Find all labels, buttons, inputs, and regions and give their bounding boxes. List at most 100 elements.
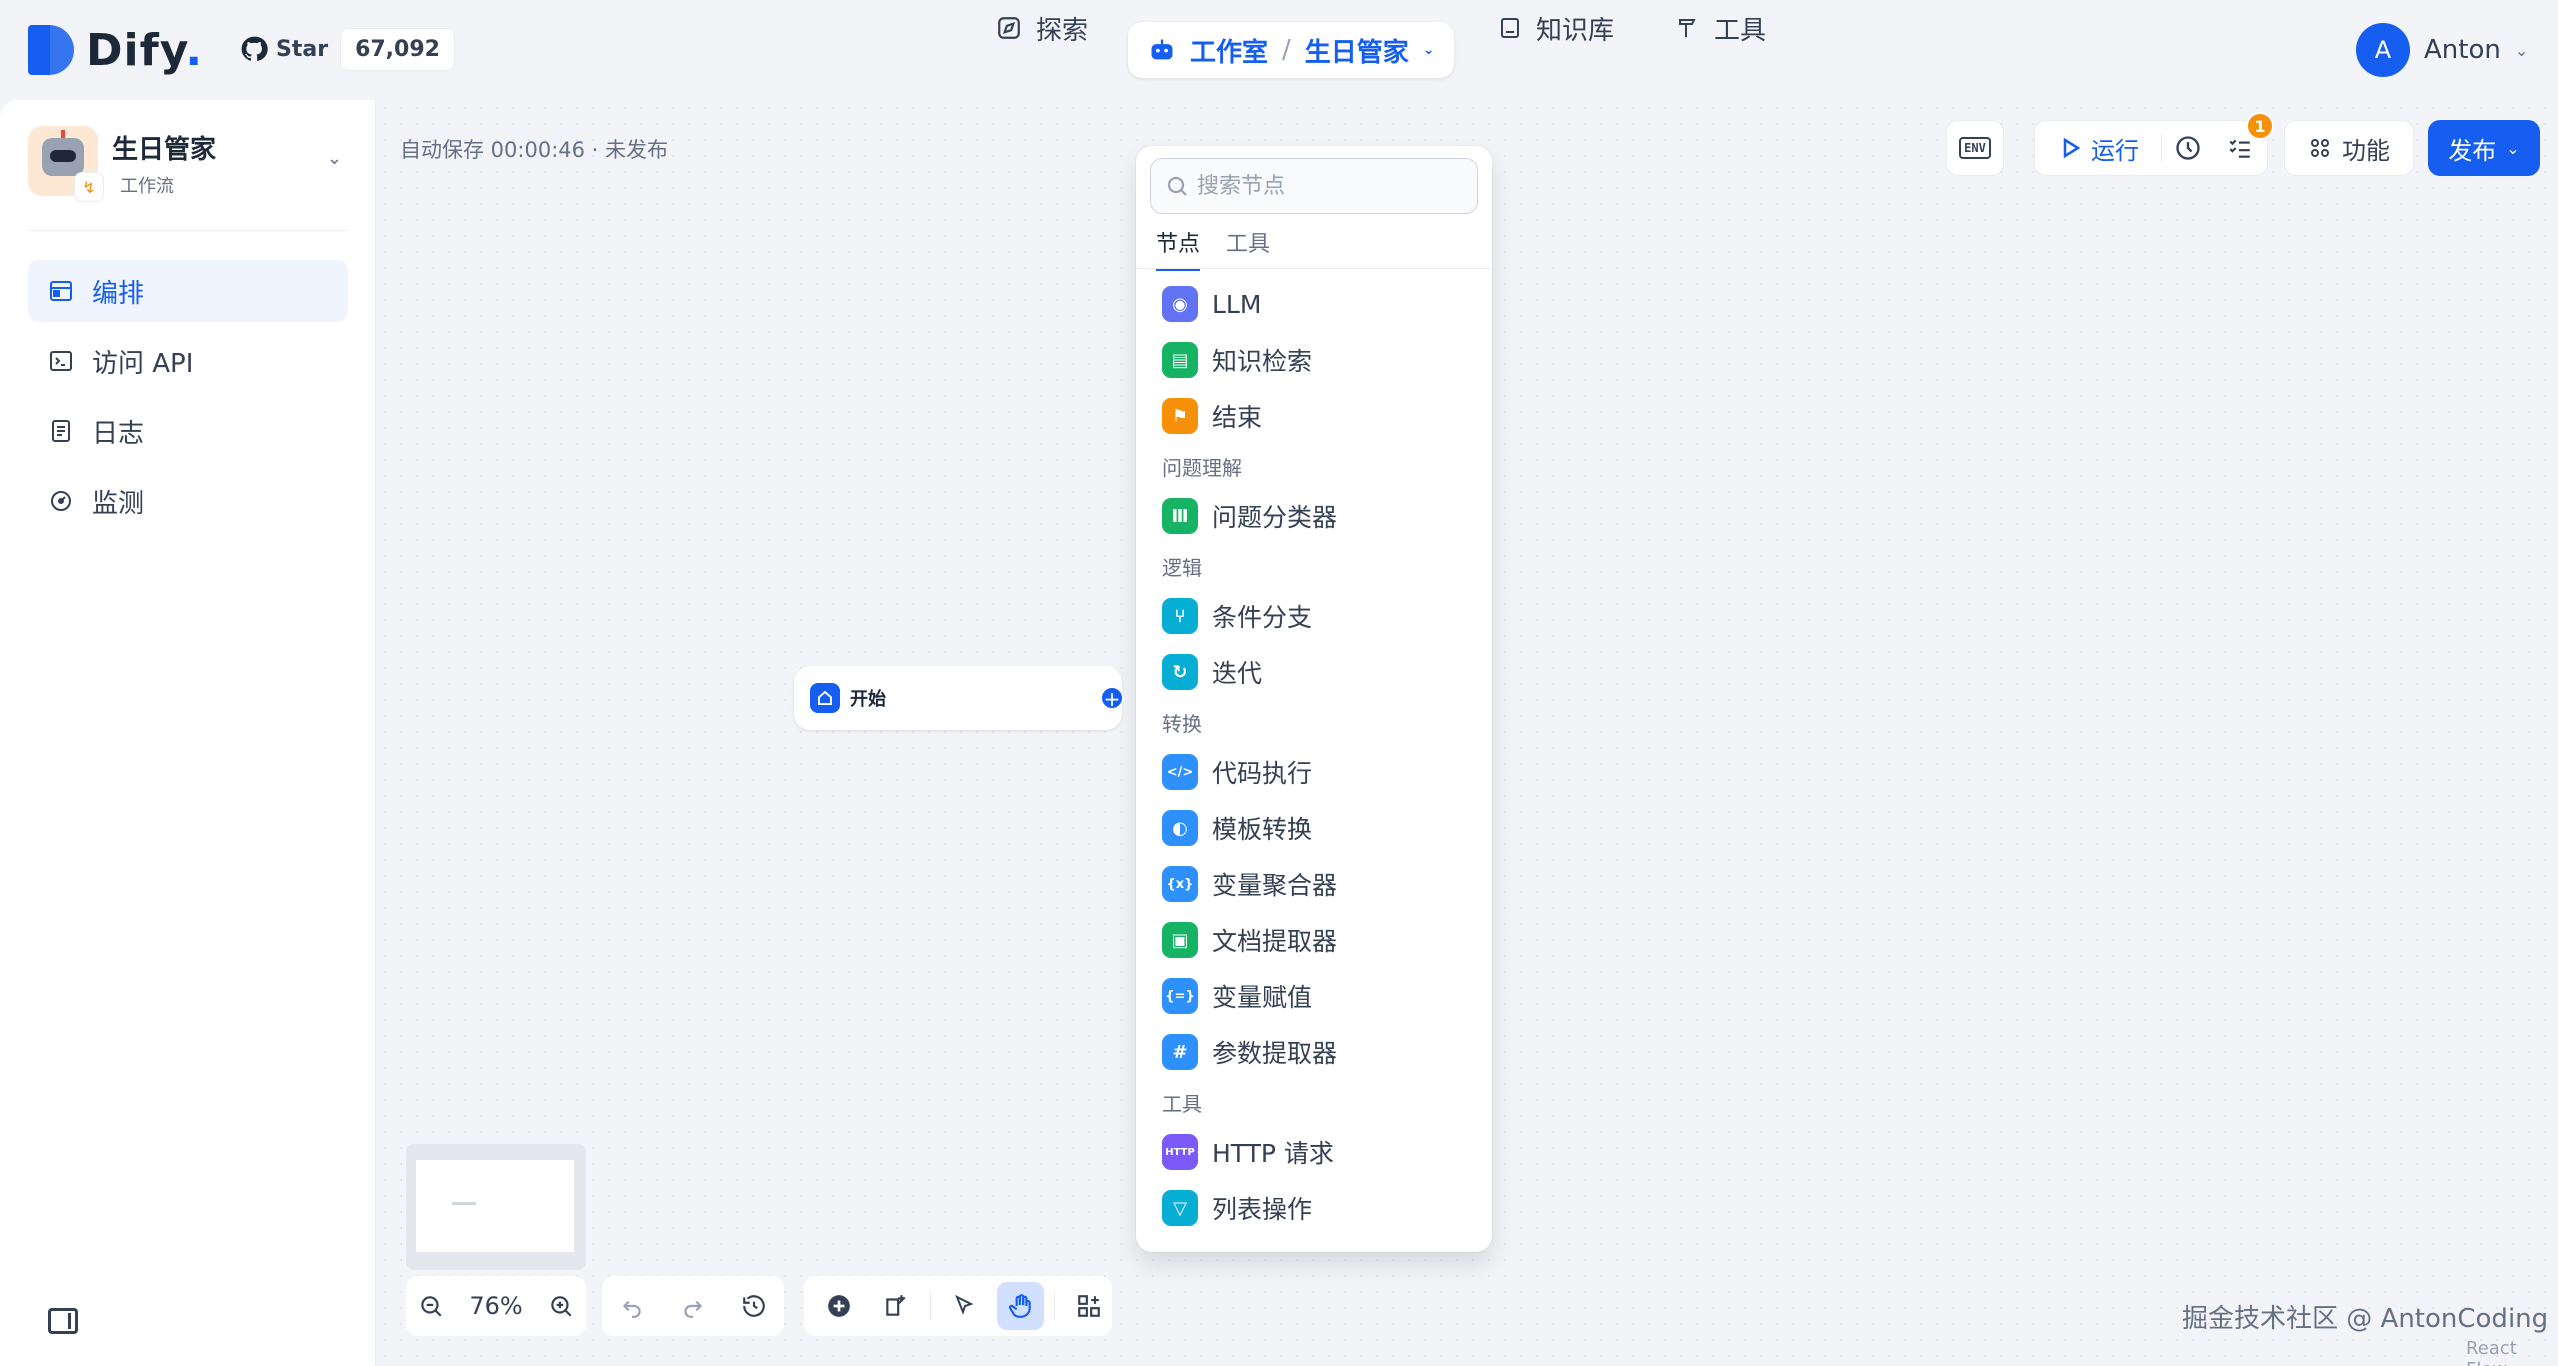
robot-icon [42, 130, 84, 176]
nav-studio-breadcrumb[interactable]: 工作室 / 生日管家 ⌄ [1128, 22, 1454, 78]
node-item[interactable]: ◐ 模板转换 [1150, 800, 1478, 856]
react-flow-attribution[interactable]: React Flow [2466, 1338, 2558, 1366]
github-star-count[interactable]: 67,092 [340, 27, 455, 71]
organize-blocks-button[interactable] [1065, 1282, 1112, 1330]
node-item[interactable]: ⑂ 条件分支 [1150, 588, 1478, 644]
pointer-mode-button[interactable] [941, 1282, 988, 1330]
sidebar-collapse-icon[interactable] [48, 1308, 78, 1334]
node-item-label: 变量聚合器 [1212, 871, 1338, 900]
minimap-node-mark [452, 1202, 476, 1205]
search-icon [1165, 174, 1189, 198]
node-item-label: 知识检索 [1212, 347, 1313, 376]
node-type-icon: ⑂ [1162, 598, 1198, 634]
node-item-label: 代码执行 [1212, 759, 1313, 788]
features-label: 功能 [2342, 136, 2390, 165]
node-item-label: 文档提取器 [1212, 927, 1338, 956]
node-item[interactable]: Ⅲ 问题分类器 [1150, 488, 1478, 544]
node-group-label: 转换 [1162, 711, 1202, 736]
nav-studio-label[interactable]: 工作室 [1190, 32, 1268, 69]
chevron-down-icon[interactable]: ⌄ [327, 148, 342, 169]
checklist-icon [2227, 135, 2253, 161]
home-icon [810, 683, 840, 713]
node-item[interactable]: {=} 变量赋值 [1150, 968, 1478, 1024]
node-item[interactable]: ▽ 列表操作 [1150, 1180, 1478, 1236]
node-search-box[interactable] [1150, 158, 1478, 214]
nav-datasets[interactable]: 知识库 [1498, 0, 1614, 56]
node-item[interactable]: ▣ 文档提取器 [1150, 912, 1478, 968]
tab-tools[interactable]: 工具 [1226, 226, 1270, 271]
node-type-icon: ◉ [1162, 286, 1198, 322]
publish-button[interactable]: 发布 ⌄ [2428, 120, 2540, 176]
nav-app-label[interactable]: 生日管家 [1305, 32, 1409, 69]
zoom-in-icon[interactable] [548, 1293, 574, 1319]
features-button[interactable]: 功能 [2284, 120, 2414, 176]
node-item[interactable]: ▤ 知识检索 [1150, 332, 1478, 388]
node-item[interactable]: # 参数提取器 [1150, 1024, 1478, 1080]
sidebar-divider [28, 230, 348, 231]
zoom-out-icon[interactable] [418, 1293, 444, 1319]
start-node[interactable]: 开始 [794, 666, 1122, 730]
app-info[interactable]: ↯ 生日管家 工作流 ⌄ [28, 126, 348, 202]
node-item[interactable]: HTTP HTTP 请求 [1150, 1124, 1478, 1180]
minimap[interactable] [406, 1144, 586, 1270]
terminal-icon [48, 348, 74, 374]
node-item-label: 迭代 [1212, 659, 1263, 688]
run-button[interactable]: 运行 [2035, 131, 2155, 166]
robot-icon [1148, 36, 1176, 64]
chevron-down-icon[interactable]: ⌄ [2515, 41, 2528, 60]
run-label: 运行 [2091, 136, 2139, 165]
dify-logo[interactable]: Dify. [28, 24, 203, 76]
node-item-label: 问题分类器 [1212, 503, 1338, 532]
github-star-button[interactable]: Star [238, 35, 340, 63]
run-history-button[interactable] [2162, 134, 2214, 162]
play-icon [2061, 137, 2081, 159]
user-name[interactable]: Anton [2424, 35, 2501, 65]
node-item[interactable]: </> 代码执行 [1150, 744, 1478, 800]
top-header: Dify. Star 67,092 探索 工作室 / 生日管家 ⌄ 知识库 工具… [0, 0, 2558, 100]
node-group-label: 逻辑 [1162, 555, 1202, 580]
node-item[interactable]: ⚑ 结束 [1150, 388, 1478, 444]
node-item-label: 模板转换 [1212, 815, 1313, 844]
redo-icon[interactable] [680, 1293, 706, 1319]
dify-logo-mark [28, 25, 74, 75]
add-note-button[interactable] [873, 1282, 920, 1330]
sidebar-item-monitor[interactable]: 监测 [28, 470, 348, 532]
avatar[interactable]: A [2356, 23, 2410, 77]
chevron-down-icon[interactable]: ⌄ [1423, 42, 1435, 58]
add-block-button[interactable] [816, 1282, 863, 1330]
sidebar-item-orchestrate[interactable]: 编排 [28, 260, 348, 322]
start-node-label: 开始 [850, 689, 886, 710]
canvas-toolbar [804, 1276, 1112, 1336]
hand-mode-button[interactable] [997, 1282, 1045, 1330]
nav-explore[interactable]: 探索 [996, 0, 1088, 56]
zoom-level[interactable]: 76% [469, 1292, 522, 1320]
node-item-label: LLM [1212, 289, 1262, 319]
plus-circle-icon [826, 1293, 852, 1319]
version-history-icon[interactable] [741, 1293, 767, 1319]
node-list: ◉ LLM ▤ 知识检索 ⚑ 结束 问题理解 Ⅲ 问题分类器 逻辑 ⑂ 条件分支 ↻ 迭代 转换 </> 代码执… [1150, 276, 1478, 1236]
app-name: 生日管家 [112, 134, 217, 165]
node-type-icon: ▣ [1162, 922, 1198, 958]
undo-icon[interactable] [619, 1293, 645, 1319]
sticky-note-icon [883, 1293, 909, 1319]
tab-nodes[interactable]: 节点 [1156, 226, 1201, 271]
node-type-icon: Ⅲ [1162, 498, 1198, 534]
env-button[interactable]: ENV [1946, 120, 2004, 176]
workflow-badge-icon: ↯ [74, 172, 104, 202]
cursor-icon [952, 1294, 976, 1318]
node-item[interactable]: ◉ LLM [1150, 276, 1478, 332]
sidebar-item-logs[interactable]: 日志 [28, 400, 348, 462]
compass-icon [996, 15, 1022, 41]
sidebar-item-label: 访问 API [92, 348, 194, 379]
nav-tools[interactable]: 工具 [1676, 0, 1766, 56]
add-node-plus-icon[interactable]: + [1100, 686, 1124, 710]
node-item[interactable]: ↻ 迭代 [1150, 644, 1478, 700]
github-star-widget[interactable]: Star 67,092 [238, 26, 455, 72]
user-menu[interactable]: A Anton ⌄ [2356, 22, 2528, 78]
node-item-label: 参数提取器 [1212, 1039, 1338, 1068]
node-search-input[interactable] [1197, 173, 1457, 199]
picker-divider [1136, 268, 1492, 269]
node-type-icon: ◐ [1162, 810, 1198, 846]
sidebar-item-api[interactable]: 访问 API [28, 330, 348, 392]
node-item[interactable]: {x} 变量聚合器 [1150, 856, 1478, 912]
